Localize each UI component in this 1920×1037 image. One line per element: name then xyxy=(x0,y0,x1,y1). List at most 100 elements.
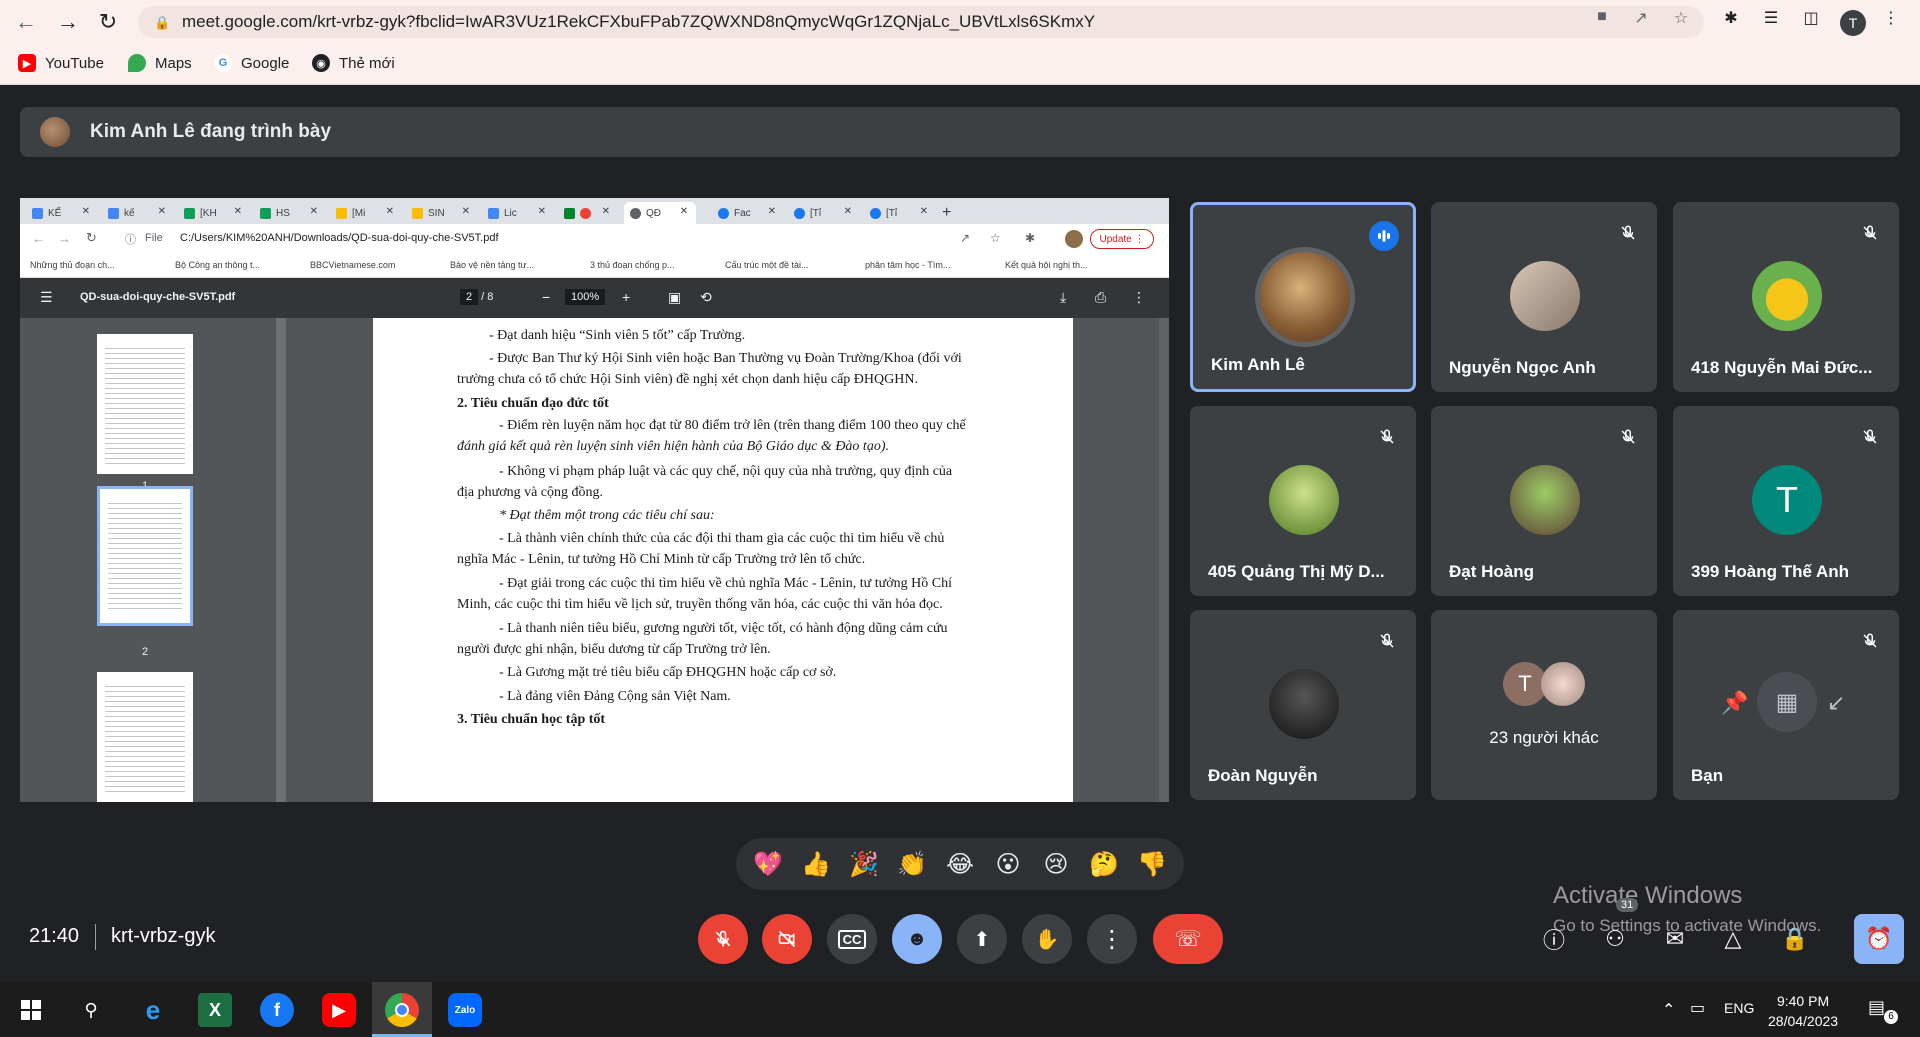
participant-name: Kim Anh Lê xyxy=(1211,355,1305,374)
pdf-line: - Đạt danh hiệu “Sinh viên 5 tốt” cấp Tr… xyxy=(489,328,746,343)
tab-label: KẾ xyxy=(48,207,62,219)
reaction-surprised[interactable]: 😮 xyxy=(987,850,1029,879)
profile-avatar[interactable]: T xyxy=(1840,10,1866,36)
language-indicator[interactable]: ENG xyxy=(1724,1000,1754,1016)
others-tile[interactable]: T 23 người khác xyxy=(1431,610,1657,800)
side-panel-icon[interactable]: ◫ xyxy=(1802,8,1820,27)
people-icon[interactable]: ⚇ xyxy=(1600,924,1630,954)
camera-toggle-button[interactable] xyxy=(762,914,812,964)
notifications-icon[interactable]: ▤ xyxy=(1868,997,1885,1018)
pdf-line: - Được Ban Thư ký Hội Sinh viên hoặc Ban… xyxy=(489,351,962,366)
zoom-out-icon: − xyxy=(542,289,551,305)
bookmark-star-icon[interactable]: ☆ xyxy=(1672,8,1690,27)
present-screen-button[interactable]: ⬆ xyxy=(957,914,1007,964)
chrome-icon[interactable] xyxy=(385,993,419,1027)
participant-tile[interactable]: 405 Quảng Thị Mỹ D... xyxy=(1190,406,1416,596)
minimize-icon[interactable]: ↙ xyxy=(1827,690,1845,716)
reaction-thinking[interactable]: 🤔 xyxy=(1083,850,1125,879)
mic-toggle-button[interactable] xyxy=(698,914,748,964)
reaction-sad[interactable]: 😢 xyxy=(1035,850,1077,879)
participant-tile[interactable]: Kim Anh Lê xyxy=(1190,202,1416,392)
shared-bookmark: 3 thủ đoạn chống p... xyxy=(590,260,675,270)
docs-icon xyxy=(488,207,499,219)
presenter-banner: Kim Anh Lê đang trình bày xyxy=(20,107,1900,157)
leave-call-button[interactable]: ☏ xyxy=(1153,914,1223,964)
self-tile[interactable]: 📌 ▦ ↙ Bạn xyxy=(1673,610,1899,800)
edge-icon[interactable]: e xyxy=(136,993,170,1027)
drive-icon xyxy=(336,207,347,219)
tab-label: kế xyxy=(124,207,135,219)
chat-icon[interactable]: ✉ xyxy=(1660,924,1690,954)
more-options-button[interactable]: ⋮ xyxy=(1087,914,1137,964)
reload-icon[interactable]: ↻ xyxy=(94,8,122,36)
raise-hand-button[interactable]: ✋ xyxy=(1022,914,1072,964)
participant-tile[interactable]: Đạt Hoàng xyxy=(1431,406,1657,596)
tray-chevron-icon[interactable]: ⌃ xyxy=(1662,1000,1675,1020)
close-icon: ✕ xyxy=(919,206,928,217)
share-icon[interactable]: ↗ xyxy=(1632,8,1650,27)
shared-tab: KẾ ✕ xyxy=(26,202,98,224)
reaction-party[interactable]: 🎉 xyxy=(843,850,885,879)
pdf-line: đánh giá kết quả rèn luyện sinh viên hiệ… xyxy=(457,439,889,454)
alarm-clock-icon: ⏰ xyxy=(1865,926,1893,951)
pdf-page-total: 8 xyxy=(487,291,494,303)
meet-icon xyxy=(564,207,575,219)
pdf-thumbnail xyxy=(97,334,193,474)
tab-label: [Tỉ xyxy=(810,207,822,219)
reaction-heart[interactable]: 💖 xyxy=(747,850,789,879)
zalo-icon[interactable]: Zalo xyxy=(448,993,482,1027)
meeting-details-icon[interactable]: ⓘ xyxy=(1539,924,1569,954)
shared-tab-meet: ✕ xyxy=(558,202,618,224)
address-bar[interactable]: 🔒 meet.google.com/krt-vrbz-gyk?fbclid=Iw… xyxy=(138,6,1704,38)
extensions-icon[interactable]: ✱ xyxy=(1722,8,1740,27)
forward-arrow-icon[interactable]: → xyxy=(54,8,82,36)
tab-label: Lic xyxy=(504,207,517,219)
pin-icon[interactable]: 📌 xyxy=(1721,690,1748,716)
bookmark-label: Google xyxy=(241,54,290,72)
youtube-icon[interactable]: ▶ xyxy=(322,993,356,1027)
captions-button[interactable]: CC xyxy=(827,914,877,964)
participant-tile[interactable]: Đoàn Nguyễn xyxy=(1190,610,1416,800)
address-url[interactable]: meet.google.com/krt-vrbz-gyk?fbclid=IwAR… xyxy=(182,12,1095,32)
pdf-line: - Là Gương mặt trẻ tiêu biểu cấp ĐHQGHN … xyxy=(499,665,837,680)
participant-tile[interactable]: 418 Nguyễn Mai Đức... xyxy=(1673,202,1899,392)
reaction-laugh[interactable]: 😂 xyxy=(939,850,981,879)
media-queue-icon[interactable]: ☰ xyxy=(1762,8,1780,27)
bookmark-youtube[interactable]: ▶ YouTube xyxy=(18,54,104,72)
bookmark-maps[interactable]: Maps xyxy=(128,54,192,72)
back-arrow-icon[interactable]: ← xyxy=(12,8,40,36)
close-icon: ✕ xyxy=(601,206,610,217)
emoji-reactions-button[interactable]: ☻ xyxy=(892,914,942,964)
pdf-filename: QD-sua-doi-quy-che-SV5T.pdf xyxy=(80,291,236,303)
hide-tile-icon[interactable]: ▦ xyxy=(1757,672,1817,732)
facebook-icon[interactable]: f xyxy=(260,993,294,1027)
activities-icon[interactable]: △ xyxy=(1718,924,1748,954)
participant-tile[interactable]: Nguyễn Ngọc Anh xyxy=(1431,202,1657,392)
bookmark-google[interactable]: G Google xyxy=(214,54,289,72)
reaction-thumbs-up[interactable]: 👍 xyxy=(795,850,837,879)
windows-start-icon[interactable] xyxy=(14,993,48,1027)
reaction-clap[interactable]: 👏 xyxy=(891,850,933,879)
sheets-icon xyxy=(184,207,195,219)
activate-title: Activate Windows xyxy=(1553,882,1743,909)
reaction-thumbs-down[interactable]: 👎 xyxy=(1131,850,1173,879)
host-controls-icon[interactable]: 🔒 xyxy=(1780,924,1810,954)
mic-off-icon xyxy=(1855,218,1885,248)
bookmark-new-tab[interactable]: ◉ Thẻ mới xyxy=(312,54,395,72)
forward-arrow-icon: → xyxy=(58,231,71,246)
participant-name: Nguyễn Ngọc Anh xyxy=(1449,358,1596,377)
camera-blocked-icon[interactable]: ■ xyxy=(1593,8,1611,26)
excel-icon[interactable]: X xyxy=(198,993,232,1027)
timer-button[interactable]: ⏰ xyxy=(1854,914,1904,964)
menu-dots-icon[interactable]: ⋮ xyxy=(1882,8,1900,27)
shared-screen: KẾ ✕ kế ✕ [KH ✕ HS ✕ [Mi ✕ SIN ✕ Lic ✕ ✕ QĐ ✕ Fa… xyxy=(20,198,1169,802)
search-icon[interactable]: ⚲ xyxy=(74,993,108,1027)
participant-tile[interactable]: T 399 Hoàng Thế Anh xyxy=(1673,406,1899,596)
participant-avatar xyxy=(1269,669,1339,739)
system-clock[interactable]: 9:40 PM 28/04/2023 xyxy=(1768,991,1838,1031)
pdf-thumbnails: 1 2 xyxy=(20,318,288,802)
mic-off-icon xyxy=(1613,218,1643,248)
close-icon: ✕ xyxy=(385,206,394,217)
battery-icon[interactable]: ▭ xyxy=(1690,998,1705,1018)
facebook-icon xyxy=(794,207,805,219)
